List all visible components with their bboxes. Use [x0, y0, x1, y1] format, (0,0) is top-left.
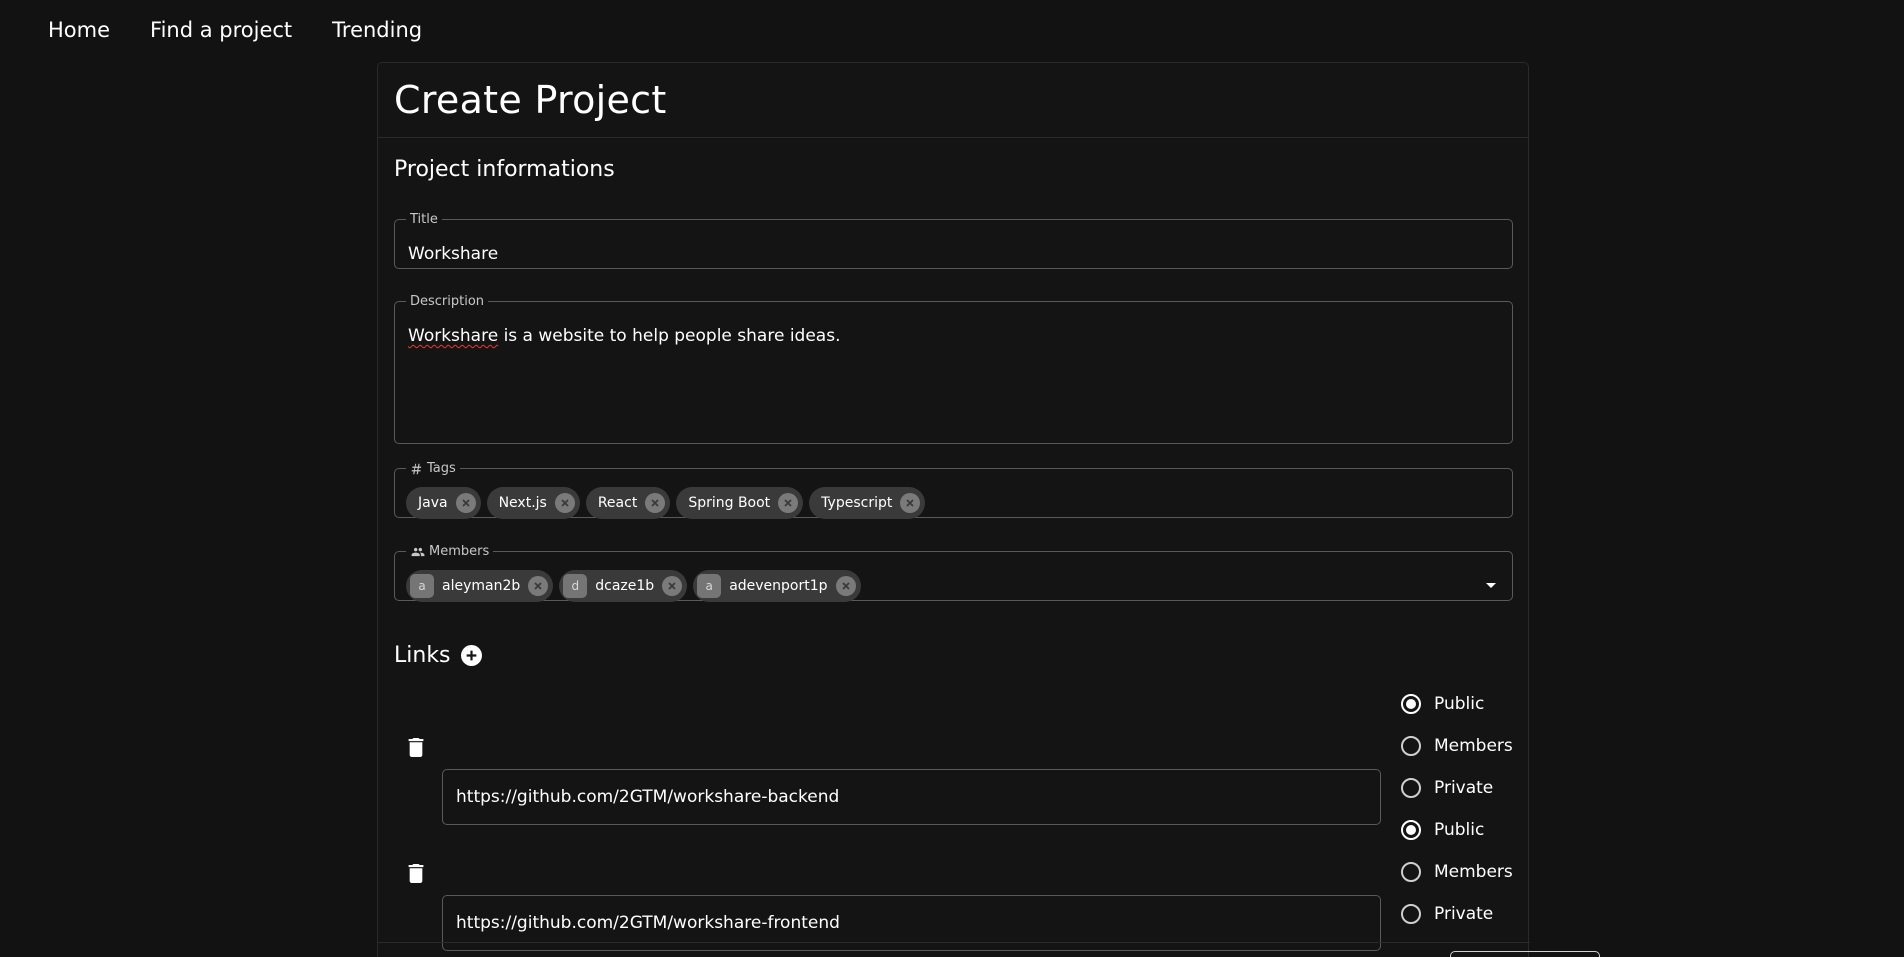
- radio-label: Public: [1434, 820, 1485, 840]
- member-chips: a aleyman2b d dcaze1b a adevenport1p: [406, 570, 861, 602]
- nav-trending[interactable]: Trending: [332, 18, 422, 42]
- links-title: Links: [394, 643, 451, 668]
- card-footer-divider: [378, 942, 1530, 943]
- radio-members[interactable]: Members: [1391, 851, 1513, 893]
- members-field[interactable]: Members a aleyman2b d dcaze1b a adevenpo…: [394, 544, 1513, 602]
- radio-checked-icon: [1401, 694, 1421, 714]
- nav-find-project[interactable]: Find a project: [150, 18, 292, 42]
- tags-field-label: Tags: [406, 461, 460, 476]
- member-chip-label: aleyman2b: [442, 578, 521, 594]
- tag-chip-label: React: [597, 495, 638, 511]
- nav-home[interactable]: Home: [48, 18, 110, 42]
- links-header: Links: [394, 643, 482, 668]
- visibility-radio-group: Public Members Private: [1391, 683, 1513, 809]
- chip-remove-icon[interactable]: [900, 493, 921, 513]
- avatar: d: [563, 574, 588, 598]
- tag-chip-label: Typescript: [821, 495, 893, 511]
- radio-label: Members: [1434, 736, 1513, 756]
- radio-unchecked-icon: [1401, 778, 1421, 798]
- description-text: is a website to help people share ideas.: [498, 326, 841, 346]
- tag-chip-nextjs[interactable]: Next.js: [486, 487, 580, 519]
- member-chip-label: adevenport1p: [729, 578, 828, 594]
- chip-remove-icon[interactable]: [455, 493, 476, 513]
- description-textarea[interactable]: Workshare is a website to help people sh…: [408, 326, 840, 346]
- trash-icon[interactable]: [404, 735, 428, 759]
- chip-remove-icon[interactable]: [835, 576, 856, 596]
- tag-chip-spring-boot[interactable]: Spring Boot: [676, 487, 804, 519]
- radio-public[interactable]: Public: [1391, 683, 1513, 725]
- member-chip-dcaze1b[interactable]: d dcaze1b: [559, 570, 688, 602]
- radio-unchecked-icon: [1401, 904, 1421, 924]
- section-title: Project informations: [394, 157, 615, 182]
- tags-field[interactable]: Tags Java Next.js React Spring Boot Type…: [394, 461, 1513, 519]
- tag-chip-label: Next.js: [498, 495, 547, 511]
- members-label-text: Members: [429, 544, 490, 559]
- people-icon: [411, 547, 425, 556]
- create-project-card: Create Project Project informations Titl…: [377, 62, 1600, 957]
- description-field[interactable]: Description Workshare is a website to he…: [394, 294, 1513, 444]
- chip-remove-icon[interactable]: [778, 493, 799, 513]
- chip-remove-icon[interactable]: [528, 576, 549, 596]
- tag-chips: Java Next.js React Spring Boot Typescrip…: [406, 487, 926, 519]
- description-field-label: Description: [410, 294, 485, 309]
- radio-label: Members: [1434, 862, 1513, 882]
- tags-label-text: Tags: [427, 461, 456, 476]
- radio-label: Private: [1434, 904, 1494, 924]
- submit-button[interactable]: [1450, 951, 1600, 957]
- chevron-down-icon[interactable]: [1486, 583, 1496, 588]
- tag-chip-label: Spring Boot: [688, 495, 771, 511]
- tag-chip-typescript[interactable]: Typescript: [809, 487, 926, 519]
- tag-chip-react[interactable]: React: [585, 487, 671, 519]
- radio-label: Private: [1434, 778, 1494, 798]
- title-field[interactable]: Title Workshare: [394, 212, 1513, 269]
- radio-label: Public: [1434, 694, 1485, 714]
- member-chip-adevenport1p[interactable]: a adevenport1p: [693, 570, 861, 602]
- link-row: Public Members Private: [394, 809, 1513, 951]
- avatar: a: [410, 574, 434, 598]
- radio-checked-icon: [1401, 820, 1421, 840]
- chip-remove-icon[interactable]: [662, 576, 683, 596]
- hashtag-icon: [411, 463, 422, 474]
- members-field-label: Members: [406, 544, 493, 559]
- radio-unchecked-icon: [1401, 862, 1421, 882]
- visibility-radio-group: Public Members Private: [1391, 809, 1513, 935]
- trash-icon[interactable]: [404, 861, 428, 885]
- tag-chip-label: Java: [418, 495, 448, 511]
- chip-remove-icon[interactable]: [645, 493, 666, 513]
- description-misspelled-word: Workshare: [408, 326, 499, 346]
- radio-unchecked-icon: [1401, 736, 1421, 756]
- radio-private[interactable]: Private: [1391, 893, 1513, 935]
- tag-chip-java[interactable]: Java: [406, 487, 481, 519]
- title-field-label: Title: [410, 212, 438, 227]
- member-chip-aleyman2b[interactable]: a aleyman2b: [406, 570, 554, 602]
- member-chip-label: dcaze1b: [595, 578, 655, 594]
- radio-public[interactable]: Public: [1391, 809, 1513, 851]
- chip-remove-icon[interactable]: [554, 493, 575, 513]
- title-input-value[interactable]: Workshare: [408, 244, 498, 264]
- avatar: a: [697, 574, 722, 598]
- top-nav: Home Find a project Trending: [0, 0, 1904, 60]
- radio-members[interactable]: Members: [1391, 725, 1513, 767]
- card-header: Create Project: [378, 63, 1528, 138]
- add-link-icon[interactable]: [460, 645, 482, 666]
- page-title: Create Project: [394, 78, 667, 122]
- link-row: Public Members Private: [394, 683, 1513, 825]
- radio-private[interactable]: Private: [1391, 767, 1513, 809]
